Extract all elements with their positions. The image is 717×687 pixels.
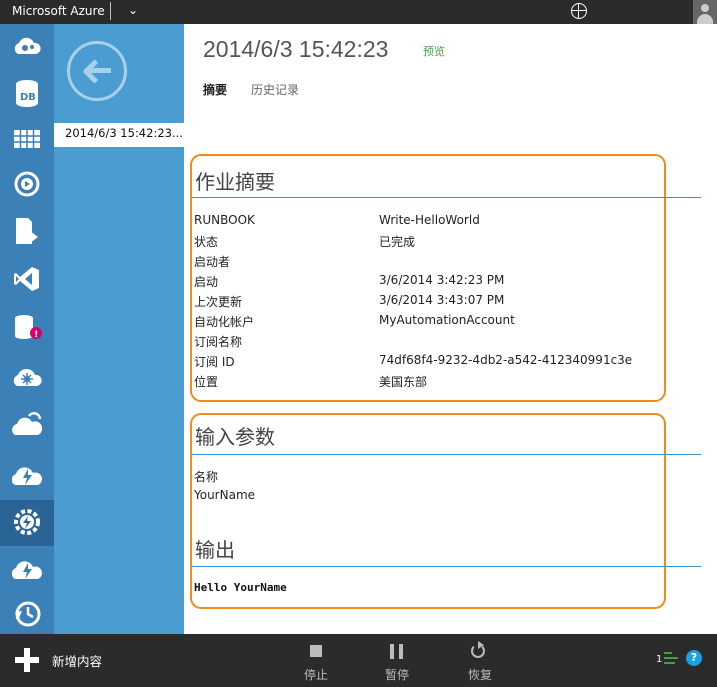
summary-value: 美国东部	[379, 375, 428, 389]
divider	[110, 2, 111, 20]
divider	[192, 454, 701, 455]
summary-key: 自动化帐户	[194, 315, 255, 329]
stop-label: 停止	[303, 668, 328, 682]
nav-automation[interactable]	[0, 500, 54, 546]
web-sites-icon	[14, 37, 41, 54]
job-list-item-selected[interactable]: 2014/6/3 15:42:23...	[54, 123, 184, 147]
summary-value: 74df68f4-9232-4db2-a542-412340991c3e	[379, 353, 633, 367]
svg-text:DB: DB	[20, 92, 36, 103]
nav-hdinsight[interactable]	[0, 354, 54, 400]
summary-key: 上次更新	[194, 295, 243, 309]
param-name-value: YourName	[194, 488, 256, 502]
summary-key: 订阅名称	[194, 335, 243, 349]
cloud-lightning-icon	[12, 467, 42, 485]
summary-value: Write-HelloWorld	[379, 213, 480, 227]
tab-summary[interactable]: 摘要	[203, 81, 227, 98]
pause-button[interactable]: 暂停	[377, 642, 417, 683]
nav-recovery[interactable]	[0, 592, 54, 638]
svg-text:!: !	[34, 330, 38, 340]
job-summary-heading: 作业摘要	[195, 170, 275, 194]
input-params-heading: 输入参数	[195, 425, 275, 449]
scheduler-cloud-icon	[12, 561, 42, 579]
summary-key: 订阅 ID	[194, 355, 235, 369]
globe-icon[interactable]	[571, 3, 587, 19]
summary-key: RUNBOOK	[194, 213, 255, 227]
summary-key: 位置	[194, 375, 219, 389]
job-details: 2014/6/3 15:42:23 预览 摘要 历史记录 作业摘要 RUNBOO…	[184, 24, 717, 634]
output-text: Hello YourName	[194, 581, 287, 594]
resume-button[interactable]: 恢复	[460, 641, 500, 683]
recovery-icon	[15, 601, 41, 627]
nav-storage[interactable]	[0, 117, 54, 163]
storage-table-icon	[14, 130, 40, 148]
summary-key: 启动者	[194, 255, 231, 269]
summary-value: MyAutomationAccount	[379, 313, 515, 327]
notification-count[interactable]: 1	[656, 654, 662, 665]
command-bar: 新增内容 停止 暂停 恢复 1 ?	[0, 634, 717, 687]
mobile-services-icon	[16, 218, 38, 244]
pause-label: 暂停	[384, 668, 409, 682]
cache-warning-icon: !	[15, 315, 42, 340]
nav-cloud-services[interactable]	[0, 402, 54, 448]
summary-key: 启动	[194, 275, 219, 289]
output-heading: 输出	[195, 538, 235, 562]
nav-sql-databases[interactable]: DB	[0, 71, 54, 117]
preview-badge: 预览	[423, 45, 445, 58]
chevron-down-icon[interactable]: ⌄	[128, 3, 138, 17]
resume-label: 恢复	[467, 668, 492, 682]
back-arrow-icon[interactable]	[67, 41, 127, 101]
param-name-label: 名称	[194, 470, 219, 484]
refresh-icon	[460, 641, 500, 664]
summary-key: 状态	[194, 235, 219, 249]
new-button[interactable]: 新增内容	[52, 651, 102, 670]
nav-cache[interactable]: !	[0, 305, 54, 351]
summary-value: 3/6/2014 3:42:23 PM	[379, 273, 505, 287]
media-services-icon	[14, 171, 40, 197]
divider	[192, 566, 701, 567]
visual-studio-icon	[14, 267, 39, 291]
activity-list-icon[interactable]	[664, 652, 678, 664]
job-list-panel: 2014/6/3 15:42:23...	[54, 24, 184, 634]
summary-value: 已完成	[379, 235, 416, 249]
nav-media-services[interactable]	[0, 162, 54, 208]
database-icon: DB	[16, 80, 38, 107]
hdinsight-icon	[13, 368, 42, 386]
left-nav: DB !	[0, 24, 54, 634]
page-title: 2014/6/3 15:42:23	[203, 36, 389, 62]
pause-icon	[377, 642, 417, 664]
nav-mobile-services[interactable]	[0, 209, 54, 255]
divider	[192, 197, 701, 198]
top-bar: Microsoft Azure ⌄	[0, 0, 717, 24]
automation-icon	[14, 509, 40, 535]
cloud-services-icon	[12, 412, 42, 435]
summary-value: 3/6/2014 3:43:07 PM	[379, 293, 505, 307]
nav-visual-studio[interactable]	[0, 257, 54, 303]
tab-history[interactable]: 历史记录	[251, 81, 299, 98]
stop-button[interactable]: 停止	[296, 642, 336, 683]
plus-icon[interactable]	[15, 648, 39, 672]
help-icon[interactable]: ?	[686, 650, 702, 666]
user-avatar-icon[interactable]	[693, 0, 717, 24]
nav-web-sites[interactable]	[0, 24, 54, 70]
stop-icon	[296, 642, 336, 664]
nav-scheduler[interactable]	[0, 546, 54, 592]
brand-label[interactable]: Microsoft Azure	[12, 4, 105, 18]
nav-notification-hubs[interactable]	[0, 452, 54, 498]
